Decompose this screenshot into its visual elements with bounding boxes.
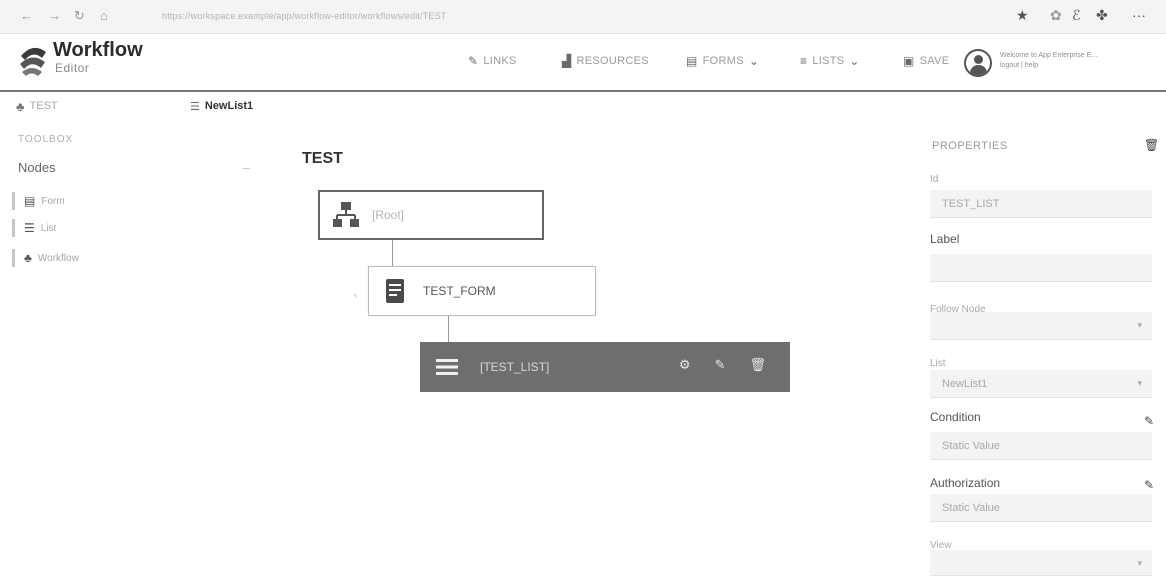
caret-down-icon: ⌄ — [748, 54, 760, 68]
list-value: NewList1 — [942, 378, 988, 390]
toolbox-item-label: Workflow — [37, 252, 79, 264]
links-label: LINKS — [483, 55, 517, 67]
form-icon: ▤ — [24, 194, 36, 208]
link-icon: ✎ — [468, 54, 479, 68]
edit-icon[interactable]: ✎ — [715, 357, 726, 373]
workflow-icon: ♣ — [16, 98, 25, 114]
caret-down-icon: ▾ — [1137, 378, 1142, 388]
list-icon: ☰ — [24, 221, 35, 235]
welcome-line: Welcome to App Enterprise E... — [1000, 52, 1098, 59]
reload-icon[interactable]: ↻ — [74, 8, 85, 24]
condition-field[interactable]: Static Value — [930, 432, 1152, 460]
browser-toolbar: ← → ↻ ⌂ https://workspace.example/app/wo… — [0, 0, 1166, 34]
workflow-icon — [333, 202, 359, 227]
list-icon: ≡ — [800, 54, 808, 68]
connector-line — [448, 316, 449, 342]
toolbox-item-list[interactable]: ☰ List — [12, 219, 56, 237]
nodes-section-label: Nodes — [18, 160, 56, 175]
forward-icon[interactable]: → — [48, 8, 61, 24]
node-root-label: [Root] — [372, 208, 405, 222]
caret-down-icon: ▾ — [1137, 320, 1142, 330]
delete-icon[interactable]: 🗑 — [749, 357, 766, 373]
node-root[interactable]: [Root] — [318, 190, 544, 240]
save-label: SAVE — [919, 55, 950, 67]
settings-icon[interactable]: ⚙ — [679, 357, 691, 373]
save-icon: ▣ — [903, 54, 915, 68]
form-icon: ▤ — [686, 54, 698, 68]
follow-node-select[interactable]: ▾ — [930, 312, 1152, 340]
app-title: Workflow — [53, 39, 143, 61]
toolbox-item-label: List — [40, 222, 57, 234]
lists-dropdown[interactable]: ≡ LISTS ⌄ — [800, 54, 860, 68]
authorization-label: Authorization — [930, 476, 1001, 490]
toolbox-title: TOOLBOX — [18, 134, 74, 145]
properties-panel: PROPERTIES 🗑 Id TEST_LIST Label Follow N… — [918, 132, 1166, 580]
id-label: Id — [930, 174, 939, 185]
workflow-logo-icon — [20, 47, 46, 76]
resources-label: RESOURCES — [576, 55, 649, 67]
app-subtitle: Editor — [55, 61, 90, 75]
toolbox-item-label: Form — [41, 195, 65, 207]
bookmark-star-icon[interactable]: ★ — [1016, 7, 1029, 24]
canvas-title: TEST — [302, 150, 343, 167]
node-test-form[interactable]: TEST_FORM — [368, 266, 596, 316]
caret-down-icon: ▾ — [1137, 558, 1142, 568]
forms-label: FORMS — [702, 55, 744, 67]
toolbox-item-form[interactable]: ▤ Form — [12, 192, 65, 210]
edit-condition-icon[interactable]: ✎ — [1144, 414, 1154, 428]
links-button[interactable]: ✎ LINKS — [468, 54, 517, 68]
form-icon — [386, 279, 404, 303]
user-avatar[interactable] — [964, 49, 992, 77]
menu-icon[interactable]: ··· — [1132, 7, 1146, 23]
toolbox-item-workflow[interactable]: ♣ Workflow — [12, 249, 79, 267]
collapse-icon[interactable]: – — [243, 160, 250, 175]
forms-dropdown[interactable]: ▤ FORMS ⌄ — [686, 54, 759, 68]
view-select[interactable]: ▾ — [930, 550, 1152, 576]
condition-label: Condition — [930, 410, 981, 424]
list-icon: ☰ — [190, 100, 200, 113]
connector-line — [392, 240, 393, 266]
label-label: Label — [930, 232, 960, 246]
welcome-text: Welcome to App Enterprise E... logout | … — [1000, 51, 1155, 71]
expand-handle[interactable]: ‹ — [354, 290, 357, 300]
account-links[interactable]: logout | help — [1000, 61, 1155, 71]
tab-test[interactable]: ♣ TEST — [16, 96, 58, 116]
node-actions: ⚙ ✎ 🗑 — [679, 357, 766, 373]
home-icon[interactable]: ⌂ — [100, 8, 108, 24]
resources-button[interactable]: ▟ RESOURCES — [562, 54, 649, 68]
tab-test-label: TEST — [29, 100, 58, 112]
address-bar[interactable]: https://workspace.example/app/workflow-e… — [162, 11, 447, 21]
resources-icon: ▟ — [562, 54, 572, 68]
list-select[interactable]: NewList1 ▾ — [930, 370, 1152, 398]
back-icon[interactable]: ← — [20, 8, 33, 24]
lists-label: LISTS — [812, 55, 845, 67]
save-button[interactable]: ▣ SAVE — [903, 54, 949, 68]
nodes-section-header[interactable]: Nodes – — [18, 160, 250, 175]
caret-down-icon: ⌄ — [849, 54, 860, 68]
node-test-form-label: TEST_FORM — [423, 284, 496, 298]
label-field[interactable] — [930, 254, 1152, 282]
id-field[interactable]: TEST_LIST — [930, 190, 1152, 218]
profile-icon[interactable]: ℰ — [1072, 7, 1080, 24]
authorization-field[interactable]: Static Value — [930, 494, 1152, 522]
edit-authorization-icon[interactable]: ✎ — [1144, 478, 1154, 492]
tab-newlist1[interactable]: ☰ NewList1 — [190, 96, 253, 116]
app-header: Workflow Editor ✎ LINKS ▟ RESOURCES ▤ FO… — [0, 34, 1166, 92]
properties-title: PROPERTIES — [932, 140, 1008, 152]
tab-newlist1-label: NewList1 — [204, 100, 254, 112]
puzzle-icon[interactable]: ✤ — [1096, 7, 1108, 24]
node-test-list-label: [TEST_LIST] — [480, 360, 550, 374]
extension-icon[interactable]: ✿ — [1050, 7, 1062, 24]
list-icon — [436, 359, 458, 375]
delete-icon[interactable]: 🗑 — [1144, 138, 1159, 152]
workflow-icon: ♣ — [24, 251, 32, 265]
list-label: List — [930, 358, 946, 369]
node-test-list[interactable]: [TEST_LIST] ⚙ ✎ 🗑 — [420, 342, 790, 392]
